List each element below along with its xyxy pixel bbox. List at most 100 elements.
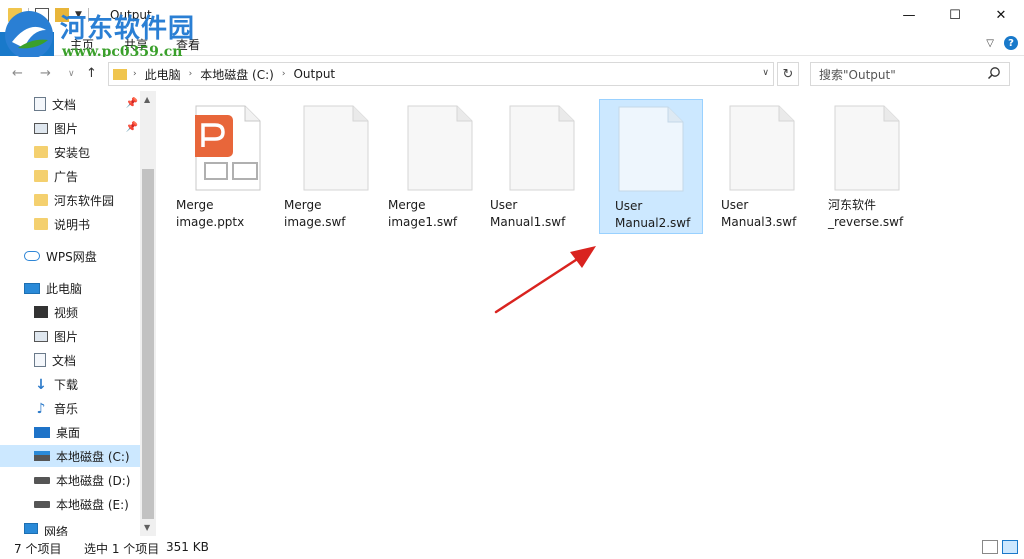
status-bar: 7 个项目 选中 1 个项目 351 KB bbox=[0, 536, 1024, 559]
forward-arrow-icon[interactable]: → bbox=[40, 66, 51, 81]
sidebar-item-label: 网络 bbox=[44, 525, 69, 537]
blank-file-icon bbox=[834, 105, 900, 191]
sidebar-item-downloads[interactable]: ↓ 下载 bbox=[0, 373, 140, 395]
file-name-line: User bbox=[490, 198, 518, 212]
folder-icon bbox=[8, 8, 22, 22]
tab-home[interactable]: 主页 bbox=[70, 36, 94, 53]
item-count: 7 个项目 bbox=[14, 542, 62, 556]
sidebar-item-network[interactable]: 网络 bbox=[0, 523, 140, 537]
breadcrumb-output[interactable]: Output bbox=[293, 67, 335, 81]
file-item[interactable]: User Manual3.swf bbox=[713, 99, 817, 234]
view-switcher bbox=[982, 540, 1018, 554]
divider bbox=[87, 8, 89, 22]
sidebar-item-pc-documents[interactable]: 文档 bbox=[0, 349, 140, 371]
file-item[interactable]: User Manual1.swf bbox=[482, 99, 586, 234]
tab-view[interactable]: 查看 bbox=[176, 36, 200, 53]
sidebar-item-label: 本地磁盘 (C:) bbox=[56, 449, 130, 464]
file-item[interactable]: 河东软件 _reverse.swf bbox=[820, 99, 924, 234]
up-arrow-icon[interactable]: ↑ bbox=[86, 66, 97, 81]
file-name-line: Merge bbox=[284, 198, 322, 212]
tab-file[interactable]: 文件 bbox=[0, 32, 54, 56]
sidebar-item-pictures[interactable]: 图片 📌 bbox=[0, 117, 140, 139]
sidebar-item-music[interactable]: ♪ 音乐 bbox=[0, 397, 140, 419]
file-name-line: image.pptx bbox=[176, 215, 245, 229]
file-name: User Manual3.swf bbox=[721, 197, 817, 231]
breadcrumb-separator-icon[interactable]: › bbox=[133, 69, 137, 79]
breadcrumb-separator-icon[interactable]: › bbox=[189, 69, 193, 79]
sidebar-item-drive-c[interactable]: 本地磁盘 (C:) bbox=[0, 445, 140, 467]
sidebar-item-pc-pictures[interactable]: 图片 bbox=[0, 325, 140, 347]
drive-c-icon bbox=[34, 451, 50, 461]
file-name-line: _reverse.swf bbox=[828, 215, 904, 229]
search-placeholder: 搜索"Output" bbox=[819, 67, 896, 82]
sidebar-item-label: 桌面 bbox=[56, 425, 81, 440]
properties-icon[interactable] bbox=[35, 8, 49, 22]
minimize-button[interactable]: — bbox=[886, 0, 932, 30]
address-dropdown-chevron-icon[interactable]: ∨ bbox=[762, 68, 769, 78]
file-name-line: image.swf bbox=[284, 215, 346, 229]
pin-icon[interactable]: 📌 bbox=[126, 98, 138, 109]
sidebar-item-ads[interactable]: 广告 bbox=[0, 165, 140, 187]
drive-icon bbox=[34, 500, 50, 508]
annotation-arrow-icon bbox=[494, 246, 596, 314]
breadcrumb-drive-c[interactable]: 本地磁盘 (C:) bbox=[200, 66, 274, 83]
file-name: 河东软件 _reverse.swf bbox=[828, 197, 924, 231]
tab-share[interactable]: 共享 bbox=[124, 36, 148, 53]
details-view-icon[interactable] bbox=[982, 540, 998, 554]
search-input[interactable]: 搜索"Output" bbox=[810, 62, 1010, 86]
file-name-line: Manual2.swf bbox=[615, 216, 691, 230]
recent-locations-chevron-icon[interactable]: ∨ bbox=[68, 69, 75, 79]
file-name: Merge image.swf bbox=[284, 197, 380, 231]
address-bar[interactable]: › 此电脑 › 本地磁盘 (C:) › Output ∨ bbox=[108, 62, 774, 86]
sidebar-item-label: 本地磁盘 (E:) bbox=[56, 497, 129, 512]
network-icon bbox=[24, 523, 38, 534]
quick-access-toolbar: ▼ bbox=[8, 8, 89, 22]
blank-file-icon bbox=[618, 106, 684, 192]
sidebar-item-label: 图片 bbox=[54, 121, 79, 136]
sidebar-item-manuals[interactable]: 说明书 bbox=[0, 213, 140, 235]
breadcrumb-this-pc[interactable]: 此电脑 bbox=[145, 66, 181, 83]
sidebar-item-drive-e[interactable]: 本地磁盘 (E:) bbox=[0, 493, 140, 515]
new-folder-icon[interactable] bbox=[55, 8, 69, 22]
large-icons-view-icon[interactable] bbox=[1002, 540, 1018, 554]
computer-icon bbox=[24, 282, 40, 294]
sidebar-scrollbar[interactable]: ▲ ▼ bbox=[140, 91, 156, 536]
sidebar-item-this-pc[interactable]: 此电脑 bbox=[0, 277, 140, 299]
file-name: User Manual2.swf bbox=[615, 198, 711, 232]
scroll-down-icon[interactable]: ▼ bbox=[144, 523, 150, 532]
customize-toolbar-chevron-icon[interactable]: ▼ bbox=[75, 10, 82, 20]
sidebar-item-videos[interactable]: 视频 bbox=[0, 301, 140, 323]
folder-icon bbox=[34, 218, 48, 230]
file-item[interactable]: Merge image1.swf bbox=[380, 99, 484, 234]
sidebar-item-desktop[interactable]: 桌面 bbox=[0, 421, 140, 443]
sidebar-item-installers[interactable]: 安装包 bbox=[0, 141, 140, 163]
video-icon bbox=[34, 306, 48, 318]
expand-ribbon-chevron-icon[interactable]: ▽ bbox=[986, 38, 994, 49]
scroll-up-icon[interactable]: ▲ bbox=[144, 95, 150, 104]
sidebar-item-documents[interactable]: 文档 📌 bbox=[0, 93, 140, 115]
refresh-icon: ↻ bbox=[782, 66, 794, 82]
blank-file-icon bbox=[729, 105, 795, 191]
selection-count: 选中 1 个项目 bbox=[84, 542, 160, 556]
sidebar-item-wps-cloud[interactable]: WPS网盘 bbox=[0, 245, 140, 267]
file-name-line: Manual3.swf bbox=[721, 215, 797, 229]
refresh-button[interactable]: ↻ bbox=[777, 62, 799, 86]
pin-icon[interactable]: 📌 bbox=[126, 122, 138, 133]
file-item[interactable]: Merge image.pptx bbox=[168, 99, 272, 234]
maximize-button[interactable]: ☐ bbox=[932, 0, 978, 30]
file-name-line: Merge bbox=[388, 198, 426, 212]
file-item[interactable]: Merge image.swf bbox=[276, 99, 380, 234]
sidebar-item-drive-d[interactable]: 本地磁盘 (D:) bbox=[0, 469, 140, 491]
help-icon[interactable]: ? bbox=[1004, 36, 1018, 50]
file-name-line: Merge bbox=[176, 198, 214, 212]
close-button[interactable]: ✕ bbox=[978, 0, 1024, 30]
title-bar: ▼ Output — ☐ ✕ bbox=[0, 0, 1024, 32]
breadcrumb-separator-icon[interactable]: › bbox=[282, 69, 286, 79]
sidebar-item-hedong[interactable]: 河东软件园 bbox=[0, 189, 140, 211]
folder-icon bbox=[34, 194, 48, 206]
back-arrow-icon[interactable]: ← bbox=[12, 66, 23, 81]
desktop-icon bbox=[34, 426, 50, 438]
file-item-selected[interactable]: User Manual2.swf bbox=[599, 99, 703, 234]
search-icon[interactable] bbox=[987, 66, 1001, 80]
scroll-thumb[interactable] bbox=[142, 169, 154, 519]
